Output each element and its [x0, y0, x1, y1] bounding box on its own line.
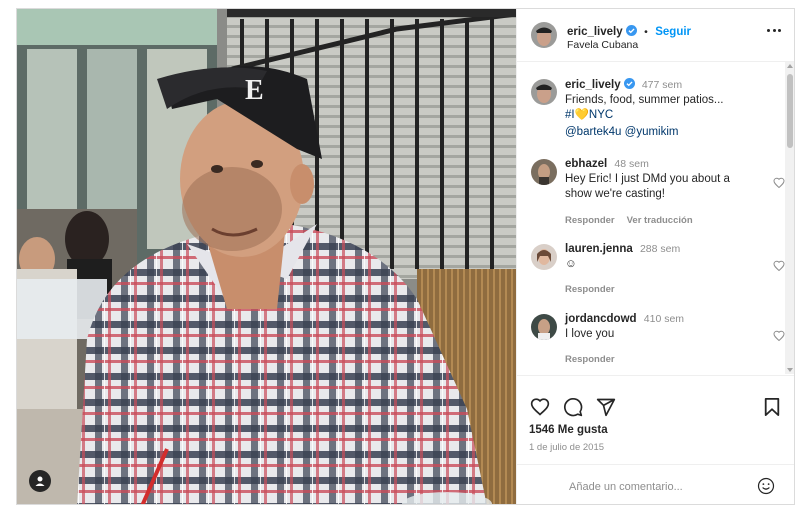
commenter-avatar[interactable]: [531, 314, 557, 340]
mention-link[interactable]: @yumikim: [625, 126, 679, 138]
emoji-icon[interactable]: [757, 477, 775, 495]
bookmark-icon[interactable]: [763, 397, 781, 417]
comment-actions: Responder Ver traducción: [565, 213, 705, 228]
post-photo[interactable]: E: [17, 9, 516, 504]
comment-composer: [517, 464, 794, 504]
post-actions: 1546 Me gusta 1 de julio de 2015: [517, 375, 794, 504]
caption-mentions: @bartek4u @yumikim: [565, 125, 765, 140]
post-dialog: E eric_lively • Seguir Favela Cubana eri…: [16, 8, 795, 505]
comment-icon[interactable]: [563, 397, 583, 417]
comment-text: Hey Eric! I just DMd you about a: [565, 173, 730, 185]
avatar-image: [531, 159, 557, 185]
follow-button[interactable]: Seguir: [655, 26, 691, 38]
more-options-icon: [767, 29, 770, 32]
caption-line2: #I💛NYC: [565, 108, 765, 123]
scroll-thumb[interactable]: [787, 74, 793, 148]
user-tag-button[interactable]: [29, 470, 51, 492]
caption-username[interactable]: eric_lively: [565, 79, 621, 91]
comment-time[interactable]: 288 sem: [640, 243, 680, 255]
likes-count[interactable]: 1546 Me gusta: [529, 424, 608, 436]
comment-time[interactable]: 410 sem: [644, 313, 684, 325]
share-icon[interactable]: [596, 397, 616, 417]
post-header: eric_lively • Seguir Favela Cubana: [517, 9, 794, 62]
avatar-image: [531, 22, 557, 48]
comment-username[interactable]: ebhazel: [565, 158, 607, 170]
avatar-image: [531, 314, 557, 340]
heart-icon[interactable]: [773, 260, 785, 272]
post-location[interactable]: Favela Cubana: [567, 39, 638, 51]
heart-icon[interactable]: [530, 397, 550, 417]
comment-actions: Responder: [565, 352, 627, 367]
caption-text: eric_lively 477 sem Friends, food, summe…: [565, 78, 765, 140]
comment-actions: Responder: [565, 282, 627, 297]
mention-link[interactable]: @bartek4u: [565, 126, 621, 138]
post-photo-illustration: E: [17, 9, 516, 504]
comment-text: show we're casting!: [565, 188, 665, 200]
comment-text: I love you: [565, 328, 615, 340]
comments-list[interactable]: eric_lively 477 sem Friends, food, summe…: [517, 62, 794, 374]
commenter-avatar[interactable]: [531, 159, 557, 185]
comment-body: lauren.jenna 288 sem ☺: [565, 242, 765, 272]
svg-text:E: E: [245, 75, 264, 106]
user-tag-icon: [35, 476, 45, 486]
comment-time[interactable]: 48 sem: [614, 158, 648, 170]
comment-body: ebhazel 48 sem Hey Eric! I just DMd you …: [565, 157, 765, 202]
reply-button[interactable]: Responder: [565, 354, 615, 365]
more-options-icon: [778, 29, 781, 32]
avatar-image: [531, 79, 557, 105]
comment-body: jordancdowd 410 sem I love you: [565, 312, 765, 342]
heart-icon[interactable]: [773, 330, 785, 342]
comment-input[interactable]: [567, 477, 761, 497]
commenter-avatar[interactable]: [531, 244, 557, 270]
caption-avatar[interactable]: [531, 79, 557, 105]
comment-username[interactable]: jordancdowd: [565, 313, 637, 325]
post-side-panel: eric_lively • Seguir Favela Cubana eric_…: [516, 9, 794, 504]
caption-line1: Friends, food, summer patios...: [565, 94, 724, 106]
scroll-up-arrow[interactable]: [787, 64, 793, 68]
avatar-image: [531, 244, 557, 270]
caption-hashtag-nyc[interactable]: NYC: [589, 109, 613, 121]
header-separator: •: [644, 26, 648, 38]
heart-icon[interactable]: [773, 177, 785, 189]
translate-button[interactable]: Ver traducción: [627, 215, 693, 226]
comments-scrollbar[interactable]: [785, 62, 794, 374]
caption-hashtag[interactable]: #I: [565, 109, 575, 121]
post-date[interactable]: 1 de julio de 2015: [529, 442, 604, 453]
scroll-down-arrow[interactable]: [787, 368, 793, 372]
more-options-button[interactable]: [767, 29, 781, 35]
header-title-row: eric_lively • Seguir: [567, 22, 691, 40]
caption-time[interactable]: 477 sem: [642, 79, 682, 91]
verified-badge-icon: [623, 78, 635, 89]
comment-username[interactable]: lauren.jenna: [565, 243, 633, 255]
comment-text: ☺: [565, 258, 577, 270]
reply-button[interactable]: Responder: [565, 215, 615, 226]
author-username[interactable]: eric_lively: [567, 26, 623, 38]
verified-badge-icon: [625, 25, 637, 36]
reply-button[interactable]: Responder: [565, 284, 615, 295]
heart-emoji: 💛: [574, 109, 589, 121]
author-avatar[interactable]: [531, 22, 557, 48]
more-options-icon: [772, 29, 776, 32]
